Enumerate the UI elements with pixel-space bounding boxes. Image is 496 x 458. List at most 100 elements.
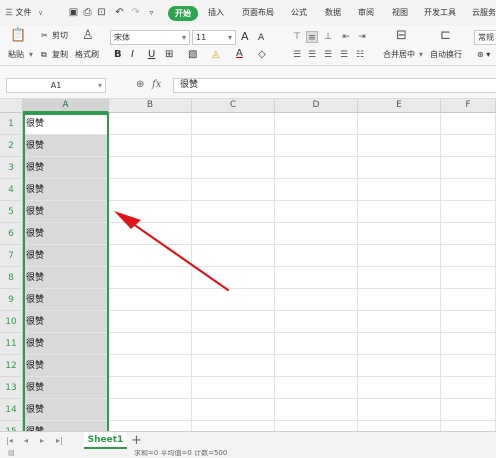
row-header[interactable]: 1 <box>0 113 23 135</box>
cell-empty[interactable] <box>109 355 192 377</box>
cell-empty[interactable] <box>358 377 441 399</box>
print-icon[interactable]: ⎙ <box>82 7 93 18</box>
cell-empty[interactable] <box>109 245 192 267</box>
row-header[interactable]: 5 <box>0 201 23 223</box>
column-header-c[interactable]: C <box>192 99 275 113</box>
chevron-down-icon[interactable]: ∨ <box>38 8 43 18</box>
cell-a1-active[interactable]: 很赞 <box>23 113 109 135</box>
cell-a[interactable]: 很赞 <box>23 311 109 333</box>
cell-empty[interactable] <box>441 201 496 223</box>
cell-empty[interactable] <box>192 179 275 201</box>
cell-empty[interactable] <box>275 201 358 223</box>
cell-a[interactable]: 很赞 <box>23 245 109 267</box>
cell-empty[interactable] <box>441 399 496 421</box>
cell-empty[interactable] <box>358 311 441 333</box>
chevron-down-icon[interactable]: ▾ <box>419 50 423 60</box>
row-header[interactable]: 9 <box>0 289 23 311</box>
cell-empty[interactable] <box>275 157 358 179</box>
cell-empty[interactable] <box>192 223 275 245</box>
indent-increase-icon[interactable]: ⇥ <box>356 31 368 43</box>
paste-icon[interactable]: 📋 <box>10 29 26 43</box>
row-header[interactable]: 15 <box>0 421 23 431</box>
cell-empty[interactable] <box>192 245 275 267</box>
chevron-down-icon[interactable]: ▾ <box>29 50 33 60</box>
cell-empty[interactable] <box>109 399 192 421</box>
cell-empty[interactable] <box>358 113 441 135</box>
tab-insert[interactable]: 插入 <box>208 8 224 18</box>
cell-empty[interactable] <box>358 135 441 157</box>
scissors-icon[interactable]: ✂ <box>41 31 48 41</box>
underline-button[interactable]: U <box>148 49 155 61</box>
format-painter-icon[interactable]: ♙ <box>82 29 94 43</box>
cell-a[interactable]: 很赞 <box>23 157 109 179</box>
row-header[interactable]: 4 <box>0 179 23 201</box>
cell-empty[interactable] <box>441 179 496 201</box>
last-sheet-icon[interactable]: ▸| <box>56 436 63 446</box>
tab-developer[interactable]: 开发工具 <box>424 8 456 18</box>
cell-empty[interactable] <box>275 355 358 377</box>
cell-empty[interactable] <box>275 267 358 289</box>
cell-empty[interactable] <box>275 421 358 431</box>
font-shrink-button[interactable]: A <box>258 32 264 44</box>
row-header[interactable]: 8 <box>0 267 23 289</box>
cell-empty[interactable] <box>358 421 441 431</box>
align-bottom-icon[interactable]: ⊥ <box>322 31 334 43</box>
cell-empty[interactable] <box>358 179 441 201</box>
cell-empty[interactable] <box>358 157 441 179</box>
customize-icon[interactable]: ▿ <box>146 7 157 18</box>
row-header[interactable]: 14 <box>0 399 23 421</box>
select-all-corner[interactable] <box>0 99 23 113</box>
cell-empty[interactable] <box>109 311 192 333</box>
cell-a[interactable]: 很赞 <box>23 223 109 245</box>
cell-empty[interactable] <box>441 245 496 267</box>
cell-empty[interactable] <box>441 311 496 333</box>
cell-empty[interactable] <box>192 201 275 223</box>
wrap-text-icon[interactable]: ⊏ <box>440 29 451 43</box>
fill-style-icon[interactable]: ▧ <box>188 49 197 61</box>
tab-page-layout[interactable]: 页面布局 <box>242 8 274 18</box>
cell-empty[interactable] <box>441 289 496 311</box>
zoom-icon[interactable]: ⊕ <box>136 78 144 91</box>
align-middle-icon[interactable]: ≡ <box>306 31 318 43</box>
row-header[interactable]: 3 <box>0 157 23 179</box>
italic-button[interactable]: I <box>131 49 134 61</box>
cell-empty[interactable] <box>358 333 441 355</box>
column-header-b[interactable]: B <box>109 99 192 113</box>
copy-icon[interactable]: ⧉ <box>41 50 47 60</box>
redo-icon[interactable]: ↷ <box>130 7 141 18</box>
row-header[interactable]: 11 <box>0 333 23 355</box>
cell-empty[interactable] <box>441 135 496 157</box>
cell-empty[interactable] <box>192 267 275 289</box>
cell-empty[interactable] <box>109 421 192 431</box>
next-sheet-icon[interactable]: ▸ <box>40 436 44 446</box>
wrap-text-button[interactable]: 自动换行 <box>430 50 462 60</box>
copy-button[interactable]: 复制 <box>52 50 68 60</box>
cell-empty[interactable] <box>109 179 192 201</box>
cell-empty[interactable] <box>358 267 441 289</box>
first-sheet-icon[interactable]: |◂ <box>6 436 13 446</box>
cell-empty[interactable] <box>441 421 496 431</box>
cell-a[interactable]: 很赞 <box>23 377 109 399</box>
cell-empty[interactable] <box>192 135 275 157</box>
cell-empty[interactable] <box>275 333 358 355</box>
cut-button[interactable]: 剪切 <box>52 31 68 41</box>
cell-empty[interactable] <box>441 333 496 355</box>
cell-a[interactable]: 很赞 <box>23 333 109 355</box>
name-box[interactable]: A1 ▾ <box>6 78 106 93</box>
cell-empty[interactable] <box>109 289 192 311</box>
menu-file[interactable]: 三 文件 <box>5 8 32 18</box>
column-header-d[interactable]: D <box>275 99 358 113</box>
cell-empty[interactable] <box>275 223 358 245</box>
align-right-icon[interactable]: ☰ <box>322 49 334 61</box>
row-header[interactable]: 13 <box>0 377 23 399</box>
cell-empty[interactable] <box>109 377 192 399</box>
prev-sheet-icon[interactable]: ◂ <box>24 436 28 446</box>
column-header-e[interactable]: E <box>358 99 441 113</box>
justify-icon[interactable]: ☰ <box>338 49 350 61</box>
cell-empty[interactable] <box>441 267 496 289</box>
cell-empty[interactable] <box>192 377 275 399</box>
cell-empty[interactable] <box>275 377 358 399</box>
indent-decrease-icon[interactable]: ⇤ <box>340 31 352 43</box>
cell-empty[interactable] <box>441 157 496 179</box>
row-header[interactable]: 6 <box>0 223 23 245</box>
